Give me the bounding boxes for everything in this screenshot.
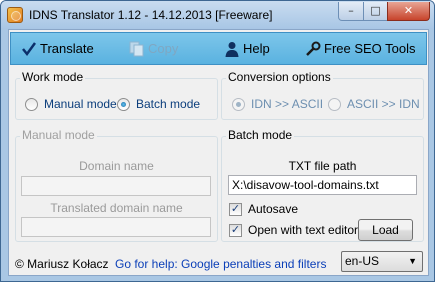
translated-domain-name-input[interactable] xyxy=(21,217,211,237)
free-seo-tools-button[interactable]: Free SEO Tools xyxy=(305,33,423,64)
batch-mode-radio-circle[interactable] xyxy=(117,98,130,111)
toolbar: Translate Copy Help Free SEO Tools xyxy=(10,32,427,65)
help-label: Help xyxy=(243,41,270,56)
app-logo-icon xyxy=(7,7,23,23)
idn-to-ascii-radio-circle[interactable] xyxy=(232,98,245,111)
batch-mode-radio-label: Batch mode xyxy=(136,97,201,111)
user-icon xyxy=(225,42,239,57)
autosave-checkbox[interactable]: ✓ xyxy=(229,203,242,216)
help-link[interactable]: Go for help: Google penalties and filter… xyxy=(115,257,326,271)
domain-name-label: Domain name xyxy=(79,159,154,173)
manual-mode-radio-circle[interactable] xyxy=(25,98,38,111)
ascii-to-idn-radio-label: ASCII >> IDN xyxy=(347,97,420,111)
app-window: IDNS Translator 1.12 - 14.12.2013 [Freew… xyxy=(0,0,435,282)
copy-label: Copy xyxy=(148,41,179,56)
help-button[interactable]: Help xyxy=(224,33,280,64)
batch-mode-radio[interactable]: Batch mode xyxy=(117,97,207,113)
close-button[interactable]: ✕ xyxy=(387,2,430,21)
translated-domain-name-label: Translated domain name xyxy=(50,201,183,215)
minimize-button[interactable]: – xyxy=(338,2,364,21)
load-button[interactable]: Load xyxy=(358,219,413,241)
wrench-icon xyxy=(306,41,321,56)
txt-file-path-input[interactable]: X:\disavow-tool-domains.txt xyxy=(228,175,417,195)
maximize-button[interactable]: □ xyxy=(363,2,388,21)
open-with-text-editor-checkbox[interactable]: ✓ xyxy=(229,224,242,237)
conversion-options-group: Conversion options IDN >> ASCII ASCII >>… xyxy=(221,70,424,120)
language-select[interactable]: en-US ▼ xyxy=(341,251,423,272)
work-mode-title: Work mode xyxy=(20,70,86,84)
idn-to-ascii-radio-label: IDN >> ASCII xyxy=(251,97,324,111)
idn-to-ascii-radio[interactable]: IDN >> ASCII xyxy=(232,97,324,113)
checkmark-icon xyxy=(22,42,37,57)
work-mode-group: Work mode Manual mode Batch mode xyxy=(15,70,218,120)
ascii-to-idn-radio-circle[interactable] xyxy=(328,98,341,111)
free-seo-tools-label: Free SEO Tools xyxy=(324,41,416,56)
manual-mode-group: Manual mode Domain name Translated domai… xyxy=(15,128,218,242)
manual-mode-title: Manual mode xyxy=(20,128,97,142)
txt-file-path-label: TXT file path xyxy=(288,159,357,173)
copy-icon xyxy=(129,41,144,57)
batch-mode-title: Batch mode xyxy=(226,128,295,142)
translate-label: Translate xyxy=(40,41,94,56)
client-area: Translate Copy Help Free SEO Tools Work … xyxy=(8,29,429,276)
batch-mode-group: Batch mode TXT file path X:\disavow-tool… xyxy=(221,128,424,242)
open-with-text-editor-label: Open with text editor xyxy=(248,223,359,237)
chevron-down-icon: ▼ xyxy=(408,256,417,266)
manual-mode-radio-label: Manual mode xyxy=(44,97,117,111)
autosave-label: Autosave xyxy=(248,202,299,216)
language-value: en-US xyxy=(345,254,380,268)
manual-mode-radio[interactable]: Manual mode xyxy=(25,97,117,113)
window-title: IDNS Translator 1.12 - 14.12.2013 [Freew… xyxy=(29,8,273,22)
domain-name-input[interactable] xyxy=(21,176,211,196)
translate-button[interactable]: Translate xyxy=(21,33,109,64)
conversion-options-title: Conversion options xyxy=(226,70,333,84)
copy-button[interactable]: Copy xyxy=(129,33,189,64)
title-bar[interactable]: IDNS Translator 1.12 - 14.12.2013 [Freew… xyxy=(1,1,434,29)
ascii-to-idn-radio[interactable]: ASCII >> IDN xyxy=(328,97,420,113)
author-credit: © Mariusz Kołacz xyxy=(15,257,109,271)
